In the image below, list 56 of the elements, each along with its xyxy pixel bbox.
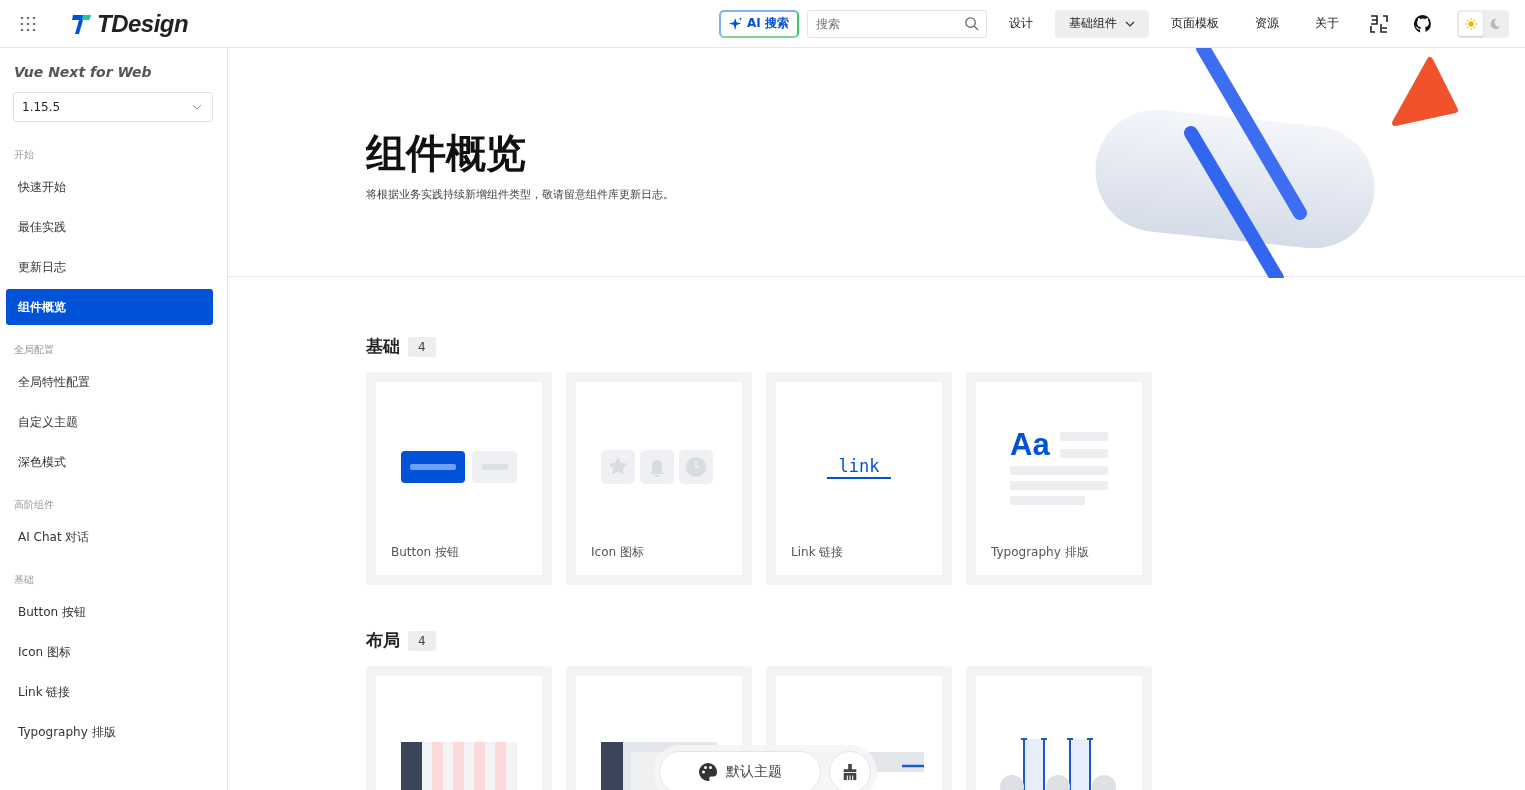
search-field[interactable]: 搜索	[807, 9, 987, 38]
group-title: 高阶组件	[13, 498, 55, 512]
sidebar-item[interactable]: 快速开始	[6, 169, 213, 205]
sidebar-item[interactable]: AI Chat 对话	[6, 519, 213, 555]
count-badge: 4	[408, 630, 436, 651]
sidebar-item[interactable]: 深色模式	[6, 444, 213, 480]
nav-tab[interactable]: 资源	[1241, 9, 1293, 38]
sidebar-title: Vue Next for Web	[13, 64, 153, 80]
sidebar-item[interactable]: 组件概览	[6, 289, 213, 325]
nav-tab[interactable]: 基础组件	[1055, 9, 1149, 38]
sidebar-item[interactable]: 全局特性配置	[6, 364, 213, 400]
sidebar-item[interactable]: Button 按钮	[6, 594, 213, 630]
moon-icon	[1489, 17, 1501, 30]
section-title: 布局	[366, 629, 400, 652]
sidebar-item[interactable]: 更新日志	[6, 249, 213, 285]
sidebar-item[interactable]: 最佳实践	[6, 209, 213, 245]
sidebar-item[interactable]: Icon 图标	[6, 634, 213, 670]
nav-tab[interactable]: 关于	[1301, 9, 1353, 38]
chevron-down-icon	[1125, 20, 1135, 27]
card-label: Icon 图标	[591, 544, 645, 561]
page-subtitle: 将根据业务实践持续新增组件类型，敬请留意组件库更新日志。	[366, 187, 674, 202]
page-title: 组件概览	[366, 129, 527, 178]
brush-icon	[841, 763, 859, 781]
ai-search-button[interactable]: AI 搜索	[719, 9, 799, 38]
count-badge: 4	[408, 336, 436, 357]
palette-icon	[698, 762, 718, 782]
sparkle-icon	[729, 16, 744, 31]
sidebar-item[interactable]: Link 链接	[6, 674, 213, 710]
nav-tab[interactable]: 设计	[995, 9, 1047, 38]
section-title: 基础	[366, 335, 400, 358]
apps-grid-icon[interactable]	[19, 14, 37, 33]
group-title: 基础	[13, 573, 35, 587]
typography-preview-drawing: Aa	[1010, 429, 1108, 505]
component-card[interactable]: Aa Typography 排版	[966, 372, 1152, 585]
component-card[interactable]: Button 按钮	[366, 372, 552, 585]
sidebar-item[interactable]: 自定义主题	[6, 404, 213, 440]
logo-text[interactable]: TDesign	[97, 9, 189, 38]
chevron-down-icon	[192, 104, 202, 110]
card-label: Button 按钮	[391, 544, 460, 561]
brush-button[interactable]	[829, 751, 871, 790]
card-label: Typography 排版	[991, 544, 1090, 561]
theme-button[interactable]: 默认主题	[659, 751, 821, 790]
link-preview: link	[826, 455, 892, 479]
search-icon	[964, 15, 979, 31]
nav-tab[interactable]: 页面模板	[1157, 9, 1233, 38]
logo-icon	[71, 12, 93, 35]
card-label: Link 链接	[791, 544, 845, 561]
sun-icon	[1465, 17, 1477, 30]
group-title: 开始	[13, 148, 35, 162]
github-icon[interactable]	[1413, 13, 1433, 34]
translate-icon[interactable]	[1369, 13, 1389, 34]
component-card[interactable]: Icon 图标	[566, 372, 752, 585]
sidebar-item[interactable]: Typography 排版	[6, 714, 213, 750]
component-card[interactable]: link Link 链接	[766, 372, 952, 585]
group-title: 全局配置	[13, 343, 55, 357]
version-select[interactable]: 1.15.5	[13, 92, 213, 122]
